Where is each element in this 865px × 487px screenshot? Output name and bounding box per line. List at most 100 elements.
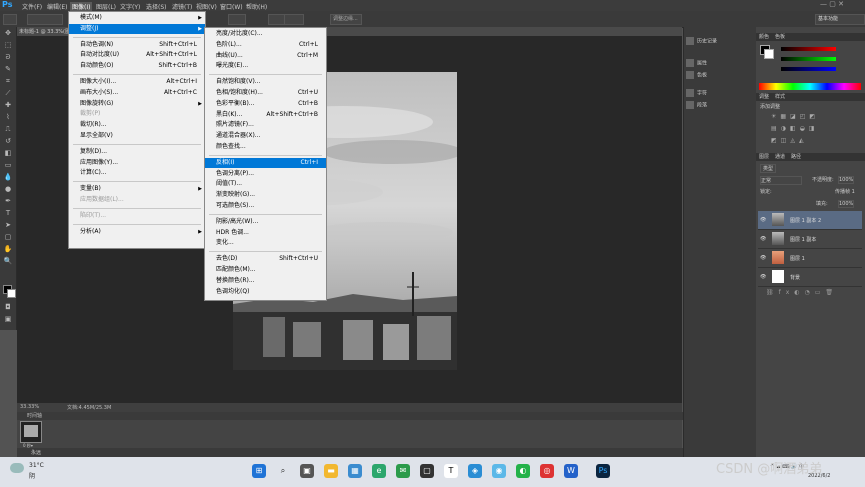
layer-row[interactable]: 👁 图层 1 副本 2 — [758, 211, 862, 230]
eye-icon[interactable]: 👁 — [760, 236, 766, 242]
menu-item[interactable]: 色调均化(Q) — [205, 287, 326, 297]
color-spectrum[interactable] — [759, 83, 861, 90]
window-controls[interactable]: — ▢ ✕ — [820, 0, 844, 8]
start-icon[interactable]: ⊞ — [252, 464, 266, 478]
netease-icon[interactable]: ◎ — [540, 464, 554, 478]
selection-mode-buttons[interactable] — [27, 14, 63, 25]
shape-tool-icon[interactable]: ▢ — [3, 233, 13, 241]
adjust-panel-tabs[interactable]: 调整 样式 — [756, 93, 865, 101]
menu-select[interactable]: 选择(S) — [146, 2, 167, 11]
menu-help[interactable]: 帮助(H) — [246, 2, 267, 11]
menu-item[interactable]: 复制(D)... — [69, 147, 205, 157]
menu-item[interactable]: 分析(A) ▶ — [69, 227, 205, 237]
menu-item[interactable]: 裁切(R)... — [69, 120, 205, 130]
layer-kind-filter[interactable]: 类型 — [760, 164, 777, 173]
photoshop-taskbar-icon[interactable]: Ps — [596, 464, 610, 478]
timeline-frame-1[interactable] — [20, 421, 42, 443]
menu-file[interactable]: 文件(F) — [22, 2, 42, 11]
eraser-tool-icon[interactable]: ◧ — [3, 149, 13, 157]
path-select-icon[interactable]: ➤ — [3, 221, 13, 229]
green-slider[interactable] — [781, 57, 836, 61]
background-color-swatch[interactable] — [7, 289, 16, 298]
layers-panel-tabs[interactable]: 图层 通道 路径 — [756, 153, 865, 161]
typora-icon[interactable]: T — [444, 464, 458, 478]
menu-item[interactable]: 显示全部(V) — [69, 131, 205, 141]
menu-item[interactable]: 自动色调(N) Shift+Ctrl+L — [69, 40, 205, 50]
menu-item[interactable]: 亮度/对比度(C)... — [205, 29, 326, 39]
wechat-chat-icon[interactable]: ◐ — [516, 464, 530, 478]
opacity-field[interactable]: 100% — [838, 176, 855, 184]
menu-item[interactable]: 计算(C)... — [69, 168, 205, 178]
menu-item[interactable]: 色彩平衡(B)... Ctrl+B — [205, 99, 326, 109]
menu-item[interactable]: 变化... — [205, 238, 326, 248]
menu-item[interactable]: 自动对比度(U) Alt+Shift+Ctrl+L — [69, 50, 205, 60]
hand-tool-icon[interactable]: ✋ — [3, 245, 13, 253]
menu-item[interactable]: 通道混合器(X)... — [205, 131, 326, 141]
color-panel-tabs[interactable]: 颜色 色板 — [756, 33, 865, 41]
properties-panel-button[interactable]: 属性 — [686, 59, 707, 67]
eye-icon[interactable]: 👁 — [760, 255, 766, 261]
calendar-icon[interactable]: ▦ — [348, 464, 362, 478]
blur-tool-icon[interactable]: 💧 — [3, 173, 13, 181]
menu-item[interactable]: 照片滤镜(F)... — [205, 120, 326, 130]
eyedropper-icon[interactable]: ⟋ — [3, 89, 13, 97]
refine-edge-button[interactable]: 调整边缘... — [330, 14, 362, 25]
menu-item[interactable]: 匹配颜色(M)... — [205, 265, 326, 275]
file-explorer-icon[interactable]: ▬ — [324, 464, 338, 478]
taskview-icon[interactable]: ▣ — [300, 464, 314, 478]
propagate-frame[interactable]: 传播帧 1 — [835, 188, 855, 195]
clone-stamp-icon[interactable]: ⎍ — [3, 125, 13, 133]
menu-item[interactable]: 色调分离(P)... — [205, 169, 326, 179]
quick-mask-icon[interactable]: ◘ — [3, 303, 13, 311]
lasso-tool-icon[interactable]: ᘐ — [3, 53, 13, 61]
tool-preset-button[interactable] — [3, 14, 17, 25]
menu-item[interactable]: 可选颜色(S)... — [205, 201, 326, 211]
dodge-tool-icon[interactable]: ● — [3, 185, 13, 193]
menu-item[interactable]: 自动颜色(O) Shift+Ctrl+B — [69, 61, 205, 71]
wechat-icon[interactable]: ✉ — [396, 464, 410, 478]
character-panel-button[interactable]: 字符 — [686, 89, 707, 97]
adjust-icons-row3[interactable]: ◩◫◬◭ — [771, 137, 808, 144]
menu-image[interactable]: 图像(I) — [70, 2, 93, 11]
eye-icon[interactable]: 👁 — [760, 274, 766, 280]
menu-item[interactable]: 图像旋转(G) ▶ — [69, 99, 205, 109]
menu-item[interactable]: 画布大小(S)... Alt+Ctrl+C — [69, 88, 205, 98]
layer-row[interactable]: 👁 图层 1 副本 — [758, 230, 862, 249]
crop-tool-icon[interactable]: ⌗ — [3, 77, 13, 85]
marquee-tool-icon[interactable]: ⬚ — [3, 41, 13, 49]
layer-row[interactable]: 👁 图层 1 — [758, 249, 862, 268]
history-brush-icon[interactable]: ↺ — [3, 137, 13, 145]
app3-icon[interactable]: ◉ — [492, 464, 506, 478]
bg-color-chip[interactable] — [764, 49, 774, 59]
menu-item[interactable]: 自然饱和度(V)... — [205, 77, 326, 87]
menu-item[interactable]: 变量(B) ▶ — [69, 184, 205, 194]
menu-filter[interactable]: 滤镜(T) — [172, 2, 192, 11]
adjust-icons-row1[interactable]: ☀▦◪◰◩ — [771, 113, 819, 120]
history-panel-button[interactable]: 历史记录 — [686, 37, 717, 45]
blend-mode-select[interactable]: 正常 — [760, 176, 802, 185]
menu-item[interactable]: 渐变映射(G)... — [205, 190, 326, 200]
menu-view[interactable]: 视图(V) — [196, 2, 217, 11]
swatches-panel-button[interactable]: 色板 — [686, 71, 707, 79]
height-field[interactable] — [284, 14, 304, 25]
menu-item[interactable]: 色阶(L)... Ctrl+L — [205, 40, 326, 50]
layer-row[interactable]: 👁 背景 — [758, 268, 862, 287]
blue-slider[interactable] — [781, 67, 836, 71]
loop-select[interactable]: 永远 — [31, 449, 41, 456]
brush-tool-icon[interactable]: ⌇ — [3, 113, 13, 121]
menu-edit[interactable]: 编辑(E) — [47, 2, 67, 11]
red-slider[interactable] — [781, 47, 836, 51]
app-icon[interactable]: ▢ — [420, 464, 434, 478]
gradient-tool-icon[interactable]: ▭ — [3, 161, 13, 169]
quick-select-icon[interactable]: ✎ — [3, 65, 13, 73]
menu-item[interactable]: 黑白(K)... Alt+Shift+Ctrl+B — [205, 110, 326, 120]
workspace-select[interactable]: 基本功能 — [815, 14, 865, 25]
app2-icon[interactable]: ◈ — [468, 464, 482, 478]
menu-layer[interactable]: 图层(L) — [96, 2, 116, 11]
menu-item[interactable]: 颜色查找... — [205, 142, 326, 152]
menu-item[interactable]: 调整(J) ▶ — [69, 23, 205, 34]
layer-footer-icons[interactable]: ⛓fx◐◔▭🗑 — [766, 289, 838, 296]
pen-tool-icon[interactable]: ✒ — [3, 197, 13, 205]
menu-item[interactable]: 替换颜色(R)... — [205, 276, 326, 286]
eye-icon[interactable]: 👁 — [760, 217, 766, 223]
